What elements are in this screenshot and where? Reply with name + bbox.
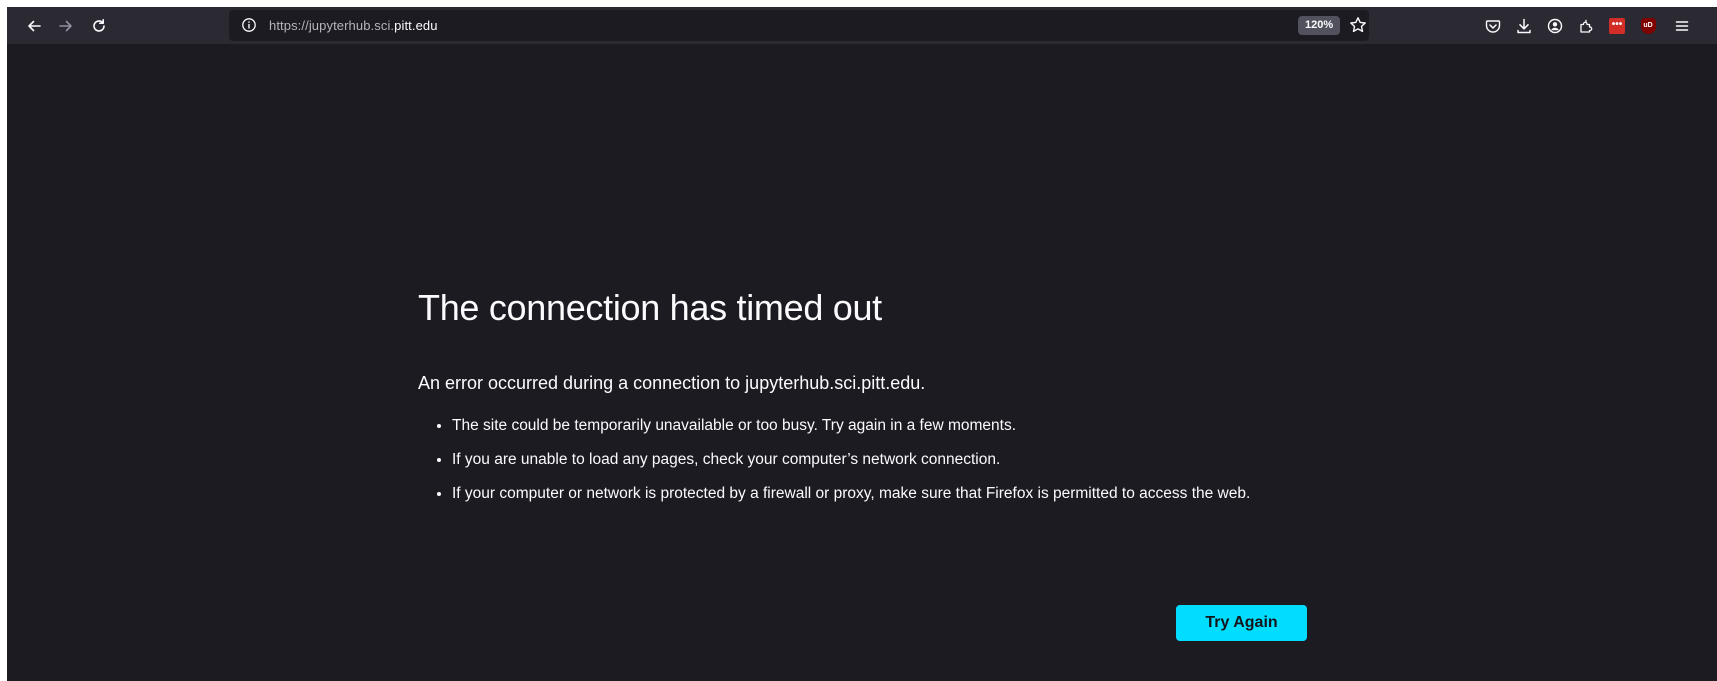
- pocket-button[interactable]: [1480, 13, 1506, 39]
- arrow-left-icon: [28, 20, 41, 32]
- menu-icon: [1675, 21, 1689, 31]
- error-subtitle: An error occurred during a connection to…: [418, 373, 926, 393]
- lastpass-icon: •••: [1609, 18, 1625, 34]
- url-text[interactable]: https://jupyterhub.sci.pitt.edu: [269, 18, 438, 33]
- lastpass-button[interactable]: •••: [1604, 13, 1630, 39]
- account-icon: [1547, 18, 1563, 34]
- reload-icon: [93, 19, 105, 32]
- try-again-button[interactable]: Try Again: [1176, 605, 1307, 641]
- lastpass-label: •••: [1611, 19, 1623, 30]
- arrow-right-icon: [59, 20, 72, 32]
- account-button[interactable]: [1542, 13, 1568, 39]
- suggestion-item: The site could be temporarily unavailabl…: [452, 413, 1332, 439]
- ublock-icon: uD: [1640, 18, 1656, 34]
- app-menu-button[interactable]: [1669, 13, 1695, 39]
- bookmark-star-icon[interactable]: [1349, 16, 1367, 34]
- download-icon: [1517, 18, 1531, 34]
- extensions-button[interactable]: [1573, 13, 1599, 39]
- browser-window: https://jupyterhub.sci.pitt.edu 120% •••…: [7, 7, 1717, 681]
- error-title: The connection has timed out: [418, 287, 882, 328]
- error-suggestions: The site could be temporarily unavailabl…: [418, 413, 1332, 515]
- ublock-button[interactable]: uD: [1635, 13, 1661, 39]
- back-button[interactable]: [21, 13, 47, 39]
- extensions-icon: [1580, 19, 1593, 33]
- zoom-reset-button[interactable]: 120%: [1298, 16, 1341, 35]
- reload-button[interactable]: [86, 13, 112, 39]
- site-info-icon[interactable]: [241, 17, 257, 33]
- suggestion-item: If you are unable to load any pages, che…: [452, 447, 1332, 473]
- suggestion-item: If your computer or network is protected…: [452, 481, 1332, 507]
- forward-button[interactable]: [53, 13, 79, 39]
- url-prefix: https://jupyterhub.sci.: [269, 18, 395, 33]
- ublock-label: uD: [1643, 22, 1653, 29]
- pocket-icon: [1485, 20, 1501, 33]
- downloads-button[interactable]: [1511, 13, 1537, 39]
- browser-toolbar: https://jupyterhub.sci.pitt.edu 120% •••…: [7, 7, 1717, 44]
- address-bar[interactable]: https://jupyterhub.sci.pitt.edu 120%: [229, 10, 1369, 41]
- url-domain: pitt.edu: [394, 18, 438, 33]
